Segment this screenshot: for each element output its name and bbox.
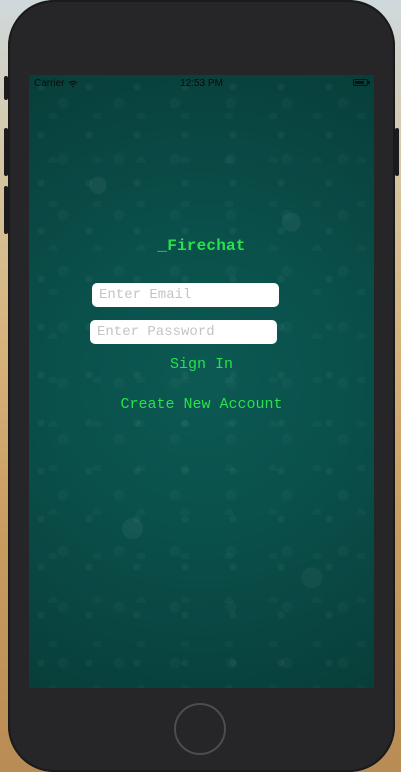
battery-icon — [353, 79, 370, 86]
sign-in-button[interactable]: Sign In — [29, 356, 374, 373]
status-bar: Carrier 12:53 PM — [29, 75, 374, 93]
create-account-button[interactable]: Create New Account — [29, 396, 374, 413]
power-button — [395, 128, 399, 176]
email-input[interactable] — [92, 283, 279, 307]
app-title: _Firechat — [157, 237, 246, 255]
password-input[interactable] — [90, 320, 277, 344]
status-time: 12:53 PM — [180, 78, 223, 89]
volume-up-button — [4, 128, 8, 176]
volume-down-button — [4, 186, 8, 234]
chat-wallpaper-pattern — [29, 75, 374, 688]
mute-switch — [4, 76, 8, 100]
app-screen: Carrier 12:53 PM _Firechat Sign In Creat… — [29, 75, 374, 688]
home-button[interactable] — [174, 703, 226, 755]
